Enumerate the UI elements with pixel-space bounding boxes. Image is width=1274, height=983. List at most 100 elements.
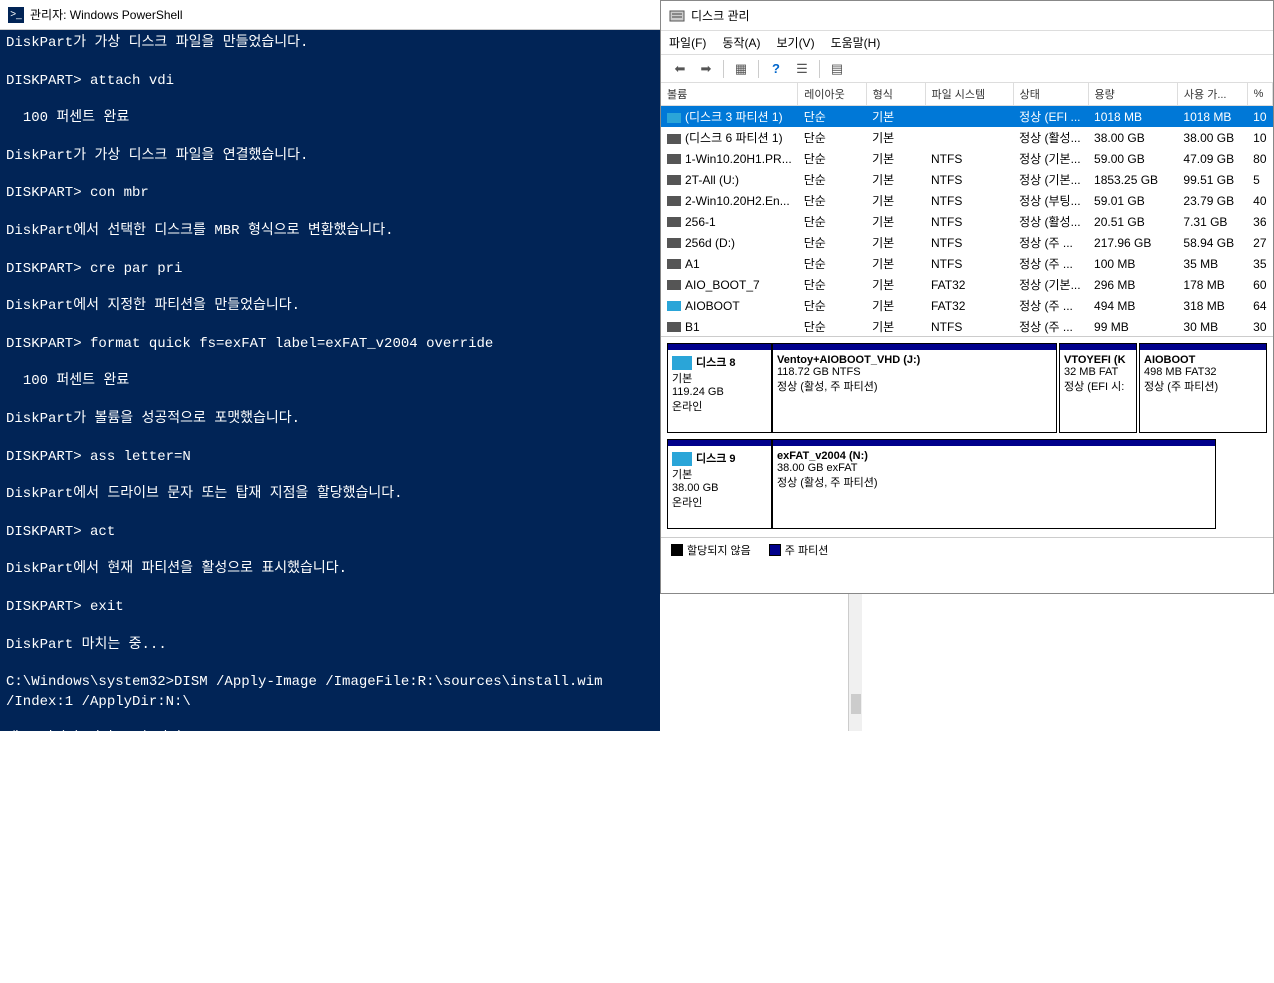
table-row[interactable]: B1단순기본NTFS정상 (주 ...99 MB30 MB30 [661, 316, 1273, 337]
terminal-line: DiskPart에서 선택한 디스크를 MBR 형식으로 변환했습니다. [6, 222, 654, 242]
terminal-line: 배포 이미지 서비스 및 관리 도구 [6, 730, 654, 750]
terminal-line [6, 54, 654, 72]
col-pct[interactable]: % [1247, 83, 1272, 106]
menu-view[interactable]: 보기(V) [776, 34, 814, 51]
legend: 할당되지 않음 주 파티션 [661, 537, 1273, 561]
partition-box[interactable]: exFAT_v2004 (N:)38.00 GB exFAT정상 (활성, 주 … [772, 439, 1216, 529]
table-row[interactable]: 2T-All (U:)단순기본NTFS정상 (기본...1853.25 GB99… [661, 169, 1273, 190]
table-row[interactable]: 2-Win10.20H2.En...단순기본NTFS정상 (부팅...59.01… [661, 190, 1273, 211]
terminal-line: DiskPart 마치는 중... [6, 636, 654, 656]
terminal-line [6, 580, 654, 598]
partition-box[interactable]: VTOYEFI (K32 MB FAT정상 (EFI 시: [1059, 343, 1137, 433]
partition-box[interactable]: AIOBOOT498 MB FAT32정상 (주 파티션) [1139, 343, 1267, 433]
terminal-line [6, 430, 654, 448]
view-button[interactable]: ☰ [791, 58, 813, 80]
volume-list[interactable]: 볼륨 레이아웃 형식 파일 시스템 상태 용량 사용 가... % (디스크 3… [661, 83, 1273, 337]
terminal-line: [==========================100.0%=======… [6, 807, 654, 827]
terminal-line: DISKPART> con mbr [6, 184, 654, 204]
terminal-line: DISKPART> cre par pri [6, 260, 654, 280]
terminal-line [6, 317, 654, 335]
column-header-row: 볼륨 레이아웃 형식 파일 시스템 상태 용량 사용 가... % [661, 83, 1273, 106]
volume-icon [667, 322, 681, 332]
terminal-line: 버전: 10.0.19041.572 [6, 750, 654, 770]
disk-icon [672, 356, 692, 370]
menu-help[interactable]: 도움말(H) [831, 34, 881, 51]
legend-unallocated: 할당되지 않음 [671, 542, 751, 558]
table-row[interactable]: (디스크 3 파티션 1)단순기본정상 (EFI ...1018 MB1018 … [661, 106, 1273, 128]
disk-label[interactable]: 디스크 9기본38.00 GB온라인 [667, 439, 772, 529]
table-row[interactable]: AIO_BOOT_7단순기본FAT32정상 (기본...296 MB178 MB… [661, 274, 1273, 295]
terminal-line [6, 941, 654, 959]
table-row[interactable]: AIOBOOT단순기본FAT32정상 (주 ...494 MB318 MB64 [661, 295, 1273, 316]
terminal-line: C:\Windows\system32>DISM /Apply-Image /I… [6, 673, 654, 712]
list-button[interactable]: ▤ [826, 58, 848, 80]
legend-primary: 주 파티션 [769, 542, 829, 558]
terminal-line: DiskPart가 가상 디스크 파일을 만들었습니다. [6, 34, 654, 54]
terminal-line [6, 242, 654, 260]
graphical-view[interactable]: 디스크 8기본119.24 GB온라인Ventoy+AIOBOOT_VHD (J… [661, 337, 1273, 537]
volume-icon [667, 301, 681, 311]
terminal-line: DiskPart가 볼륨을 성공적으로 포맷했습니다. [6, 410, 654, 430]
scrollbar[interactable] [848, 594, 862, 731]
scroll-thumb[interactable] [851, 694, 861, 714]
terminal-line: 이미지 적용 중 [6, 787, 654, 807]
disk-row: 디스크 9기본38.00 GB온라인exFAT_v2004 (N:)38.00 … [667, 439, 1267, 529]
terminal-line: C:\Windows\system32>start . [6, 921, 654, 941]
volume-icon [667, 280, 681, 290]
powershell-icon: >_ [8, 7, 24, 23]
diskmgmt-titlebar[interactable]: 디스크 관리 [661, 1, 1273, 31]
terminal-line [6, 392, 654, 410]
terminal-line: 작업을 완료했습니다. [6, 827, 654, 847]
col-capacity[interactable]: 용량 [1088, 83, 1177, 106]
table-row[interactable]: 256d (D:)단순기본NTFS정상 (주 ...217.96 GB58.94… [661, 232, 1273, 253]
menu-action[interactable]: 동작(A) [722, 34, 760, 51]
terminal-line: DiskPart가 가상 디스크 파일을 연결했습니다. [6, 147, 654, 167]
col-layout[interactable]: 레이아웃 [798, 83, 866, 106]
col-status[interactable]: 상태 [1013, 83, 1088, 106]
terminal-line [6, 166, 654, 184]
diskmgmt-title: 디스크 관리 [691, 7, 750, 24]
terminal-line [6, 846, 654, 864]
toolbar-separator [758, 60, 759, 78]
legend-square-black [671, 544, 683, 556]
toolbar: ⬅ ➡ ▦ ? ☰ ▤ [661, 55, 1273, 83]
terminal-line: DiskPart에서 현재 파티션을 활성으로 표시했습니다. [6, 560, 654, 580]
table-row[interactable]: 256-1단순기본NTFS정상 (활성...20.51 GB7.31 GB36 [661, 211, 1273, 232]
col-type[interactable]: 형식 [866, 83, 925, 106]
table-row[interactable]: (디스크 6 파티션 1)단순기본정상 (활성...38.00 GB38.00 … [661, 127, 1273, 148]
terminal-line [6, 903, 654, 921]
terminal-line [6, 769, 654, 787]
powershell-window: >_ 관리자: Windows PowerShell DiskPart가 가상 … [0, 0, 660, 731]
volume-icon [667, 113, 681, 123]
terminal-line: 부팅 파일을 만들었습니다. [6, 884, 654, 904]
refresh-button[interactable]: ▦ [730, 58, 752, 80]
terminal-line: C:\Windows\system32>bcdboot N:\windows /… [6, 864, 654, 884]
diskmgmt-icon [669, 8, 685, 24]
volume-icon [667, 238, 681, 248]
table-row[interactable]: 1-Win10.20H1.PR...단순기본NTFS정상 (기본...59.00… [661, 148, 1273, 169]
col-filesystem[interactable]: 파일 시스템 [925, 83, 1013, 106]
terminal-line [6, 505, 654, 523]
powershell-titlebar[interactable]: >_ 관리자: Windows PowerShell [0, 0, 660, 30]
volume-icon [667, 259, 681, 269]
table-row[interactable]: A1단순기본NTFS정상 (주 ...100 MB35 MB35 [661, 253, 1273, 274]
disk-label[interactable]: 디스크 8기본119.24 GB온라인 [667, 343, 772, 433]
forward-button[interactable]: ➡ [695, 58, 717, 80]
back-button[interactable]: ⬅ [669, 58, 691, 80]
terminal-line [6, 618, 654, 636]
help-button[interactable]: ? [765, 58, 787, 80]
terminal-line [6, 279, 654, 297]
volume-icon [667, 175, 681, 185]
toolbar-separator [819, 60, 820, 78]
terminal-line: 100 퍼센트 완료 [6, 109, 654, 129]
terminal-line: DISKPART> format quick fs=exFAT label=ex… [6, 335, 654, 355]
terminal-line [6, 542, 654, 560]
menu-file[interactable]: 파일(F) [669, 34, 706, 51]
terminal-line [6, 354, 654, 372]
powershell-terminal[interactable]: DiskPart가 가상 디스크 파일을 만들었습니다.DISKPART> at… [0, 30, 660, 983]
partition-box[interactable]: Ventoy+AIOBOOT_VHD (J:)118.72 GB NTFS정상 … [772, 343, 1057, 433]
terminal-line: DISKPART> ass letter=N [6, 448, 654, 468]
terminal-line [6, 655, 654, 673]
col-free[interactable]: 사용 가... [1177, 83, 1247, 106]
col-volume[interactable]: 볼륨 [661, 83, 798, 106]
